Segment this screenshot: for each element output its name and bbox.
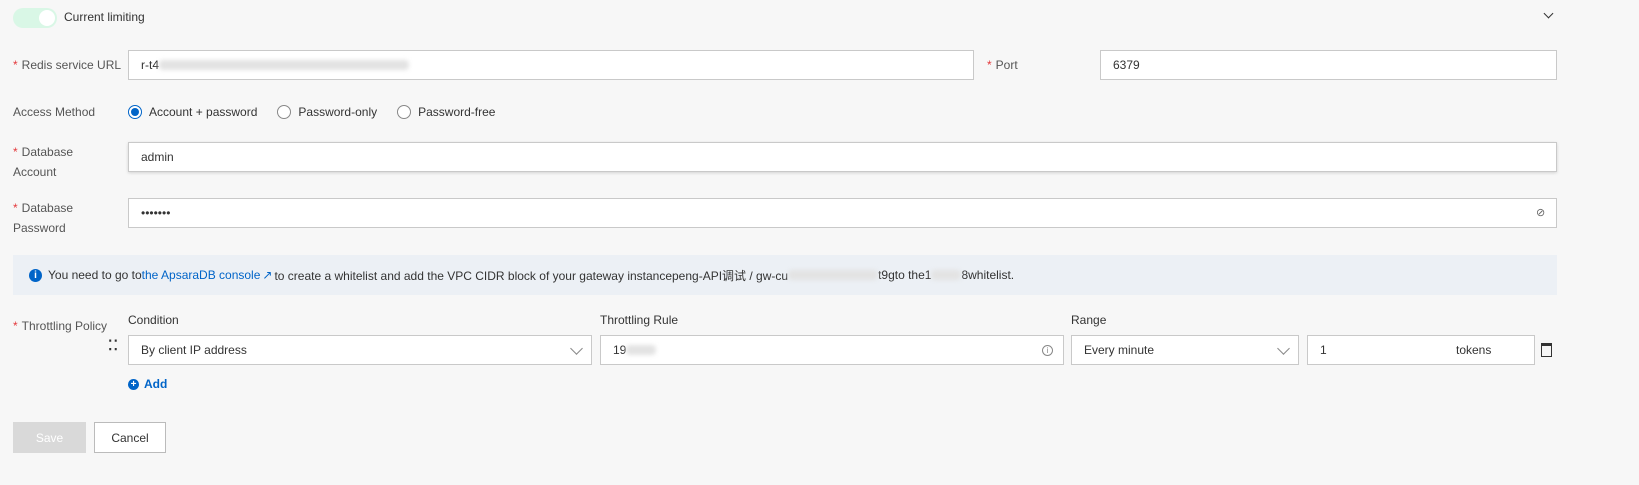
condition-select[interactable]: By client IP address xyxy=(128,335,592,365)
database-account-input[interactable]: admin xyxy=(128,142,1557,172)
tokens-input[interactable]: 1 tokens xyxy=(1307,335,1535,365)
range-header: Range xyxy=(1071,313,1107,327)
info-text: You need to go to xyxy=(48,268,142,282)
throttling-rule-input[interactable]: 19 i xyxy=(600,335,1064,365)
toggle-label: Current limiting xyxy=(64,10,145,24)
tokens-unit: tokens xyxy=(1456,343,1492,357)
radio-password-only[interactable]: Password-only xyxy=(277,105,377,119)
eye-hidden-icon[interactable]: ⊘ xyxy=(1536,206,1545,219)
database-account-label: * Database Account xyxy=(13,145,74,179)
info-text: t9gto the1 xyxy=(878,268,932,282)
throttling-policy-label: * Throttling Policy xyxy=(13,319,108,333)
access-method-radio-group: Account + password Password-only Passwor… xyxy=(128,105,515,119)
condition-header: Condition xyxy=(128,313,179,327)
save-button[interactable]: Save xyxy=(13,422,86,453)
delete-trash-icon[interactable] xyxy=(1541,343,1552,357)
access-method-label: Access Method xyxy=(13,105,96,119)
range-select[interactable]: Every minute xyxy=(1071,335,1299,365)
database-password-label: * Database Password xyxy=(13,201,74,235)
redis-url-label: * Redis service URL xyxy=(13,58,122,72)
info-text: 8whitelist. xyxy=(961,268,1015,282)
apsaradb-console-link[interactable]: the ApsaraDB console xyxy=(142,268,261,282)
radio-account-password[interactable]: Account + password xyxy=(128,105,257,119)
add-rule-button[interactable]: + Add xyxy=(128,377,167,391)
redis-url-input[interactable]: r-t4 xyxy=(128,50,974,80)
info-text: to create a whitelist and add the VPC CI… xyxy=(274,268,789,283)
plus-circle-icon: + xyxy=(128,378,139,390)
drag-handle-icon[interactable]: ⁚⁚ xyxy=(108,338,119,352)
toggle-knob xyxy=(39,10,55,26)
info-banner: i You need to go to the ApsaraDB console… xyxy=(13,255,1557,295)
throttling-rule-header: Throttling Rule xyxy=(600,313,679,327)
info-icon: i xyxy=(29,268,42,282)
cancel-button[interactable]: Cancel xyxy=(94,422,166,453)
port-label: * Port xyxy=(987,58,1018,72)
current-limiting-toggle[interactable] xyxy=(13,8,57,28)
info-circle-icon: i xyxy=(1042,344,1053,356)
radio-password-free[interactable]: Password-free xyxy=(397,105,495,119)
port-input[interactable]: 6379 xyxy=(1100,50,1557,80)
database-password-input[interactable]: ••••••• xyxy=(128,198,1557,228)
collapse-chevron-icon[interactable] xyxy=(1543,8,1554,19)
external-link-icon[interactable]: ↗ xyxy=(262,268,272,282)
